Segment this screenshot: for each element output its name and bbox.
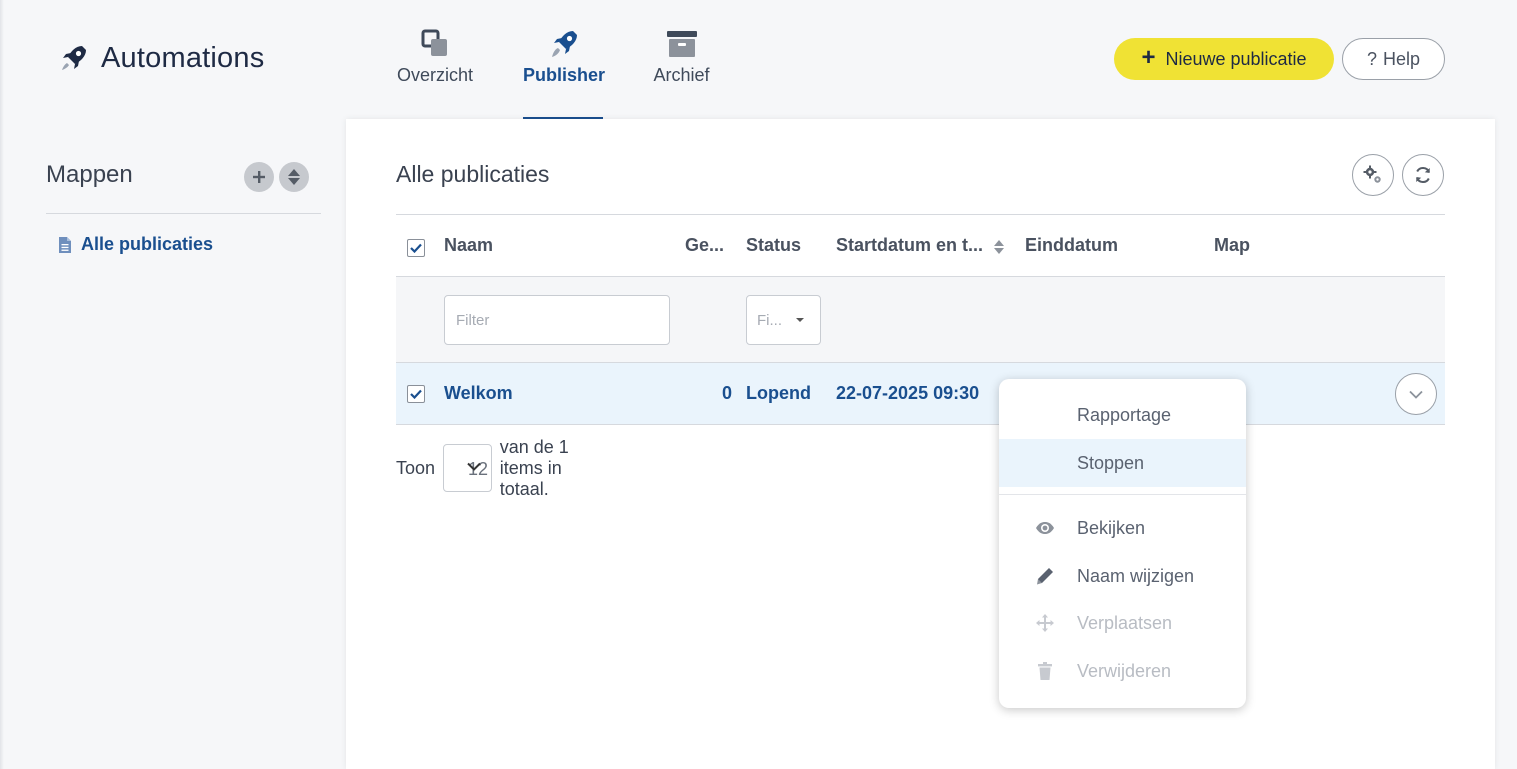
menu-item-label: Verplaatsen bbox=[1077, 612, 1173, 633]
refresh-icon bbox=[1416, 167, 1430, 183]
column-header-ge[interactable]: Ge... bbox=[685, 235, 724, 256]
menu-item-label: Rapportage bbox=[1077, 404, 1172, 425]
refresh-button[interactable] bbox=[1402, 154, 1444, 196]
column-header-status[interactable]: Status bbox=[746, 235, 801, 256]
cell-startdatum: 22-07-2025 09:30 bbox=[836, 383, 980, 403]
tab-label: Publisher bbox=[523, 65, 606, 85]
trash-icon bbox=[1038, 662, 1052, 680]
sidebar-item-label: Alle publicaties bbox=[81, 234, 214, 254]
tab-label: Overzicht bbox=[396, 65, 474, 85]
name-filter-input[interactable] bbox=[444, 295, 670, 345]
chevron-down-icon bbox=[466, 462, 481, 471]
checkmark-icon bbox=[410, 243, 422, 253]
sort-folders-button[interactable] bbox=[279, 162, 309, 192]
status-filter-placeholder: Fi... bbox=[757, 311, 782, 329]
pagination: Toon 12 van de 1 items in totaal. bbox=[396, 437, 595, 499]
overview-icon bbox=[421, 29, 447, 56]
pencil-icon bbox=[1037, 568, 1053, 585]
sidebar-item-alle-publicaties[interactable]: Alle publicaties bbox=[58, 234, 213, 255]
help-button[interactable]: ? Help bbox=[1342, 38, 1445, 80]
menu-item-label: Verwijderen bbox=[1077, 660, 1172, 681]
sort-icon[interactable] bbox=[993, 239, 1005, 255]
menu-item-label: Stoppen bbox=[1077, 452, 1145, 473]
archive-icon bbox=[666, 31, 697, 57]
cell-naam[interactable]: Welkom bbox=[444, 383, 513, 404]
row-actions-toggle[interactable] bbox=[1395, 373, 1437, 415]
page-title: Alle publicaties bbox=[396, 161, 550, 187]
rocket-icon bbox=[552, 31, 577, 57]
sidebar-title: Mappen bbox=[46, 161, 133, 188]
status-filter-select[interactable]: Fi... bbox=[746, 295, 821, 345]
cell-ge: 0 bbox=[722, 383, 733, 403]
question-icon: ? bbox=[1366, 48, 1377, 69]
new-publication-label: Nieuwe publicatie bbox=[1165, 48, 1307, 69]
row-checkbox[interactable] bbox=[407, 385, 425, 403]
document-icon bbox=[59, 236, 71, 253]
column-header-einddatum[interactable]: Einddatum bbox=[1025, 235, 1118, 256]
column-header-map[interactable]: Map bbox=[1214, 235, 1250, 256]
row-actions-menu: Rapportage Stoppen Bekijken Naam wijzige… bbox=[999, 379, 1246, 708]
plus-icon: + bbox=[1141, 44, 1156, 71]
rocket-logo-icon bbox=[62, 46, 86, 70]
gears-icon bbox=[1363, 165, 1381, 183]
sidebar-divider bbox=[46, 213, 321, 214]
page-size-select[interactable]: 12 bbox=[443, 444, 492, 492]
window-edge bbox=[0, 0, 4, 769]
menu-item-bekijken[interactable]: Bekijken bbox=[999, 504, 1246, 552]
chevron-down-icon bbox=[1409, 390, 1423, 399]
column-header-startdatum[interactable]: Startdatum en t... bbox=[836, 235, 983, 256]
table-header: Naam Ge... Status Startdatum en t... Ein… bbox=[396, 215, 1445, 276]
plus-icon bbox=[253, 171, 265, 183]
cell-status: Lopend bbox=[746, 383, 811, 403]
tab-overzicht[interactable]: Overzicht bbox=[392, 24, 478, 119]
move-icon bbox=[1036, 614, 1054, 632]
menu-item-label: Naam wijzigen bbox=[1077, 565, 1195, 586]
select-all-checkbox[interactable] bbox=[407, 239, 425, 257]
pager-suffix: van de 1 items in totaal. bbox=[499, 436, 569, 499]
tab-label: Archief bbox=[653, 65, 710, 85]
menu-item-label: Bekijken bbox=[1077, 517, 1146, 538]
table-row[interactable]: Welkom 0 Lopend 22-07-2025 09:30 bbox=[396, 362, 1445, 425]
tab-publisher[interactable]: Publisher bbox=[523, 24, 606, 119]
menu-item-verplaatsen: Verplaatsen bbox=[999, 599, 1246, 647]
sort-icon bbox=[288, 169, 300, 185]
filter-row: Fi... bbox=[396, 277, 1445, 362]
menu-item-stoppen[interactable]: Stoppen bbox=[999, 439, 1246, 487]
eye-icon bbox=[1036, 522, 1054, 534]
column-header-naam[interactable]: Naam bbox=[444, 235, 493, 256]
menu-divider bbox=[999, 494, 1246, 495]
column-settings-button[interactable] bbox=[1352, 154, 1394, 196]
menu-item-verwijderen: Verwijderen bbox=[999, 647, 1246, 695]
add-folder-button[interactable] bbox=[244, 162, 274, 192]
pager-prefix: Toon bbox=[396, 457, 436, 478]
caret-down-icon bbox=[796, 318, 804, 322]
new-publication-button[interactable]: + Nieuwe publicatie bbox=[1114, 38, 1334, 80]
app-title: Automations bbox=[101, 42, 265, 74]
tab-archief[interactable]: Archief bbox=[650, 24, 713, 119]
menu-item-rapportage[interactable]: Rapportage bbox=[999, 391, 1246, 439]
checkmark-icon bbox=[410, 389, 422, 399]
menu-item-naam-wijzigen[interactable]: Naam wijzigen bbox=[999, 552, 1246, 600]
help-label: Help bbox=[1382, 48, 1421, 69]
